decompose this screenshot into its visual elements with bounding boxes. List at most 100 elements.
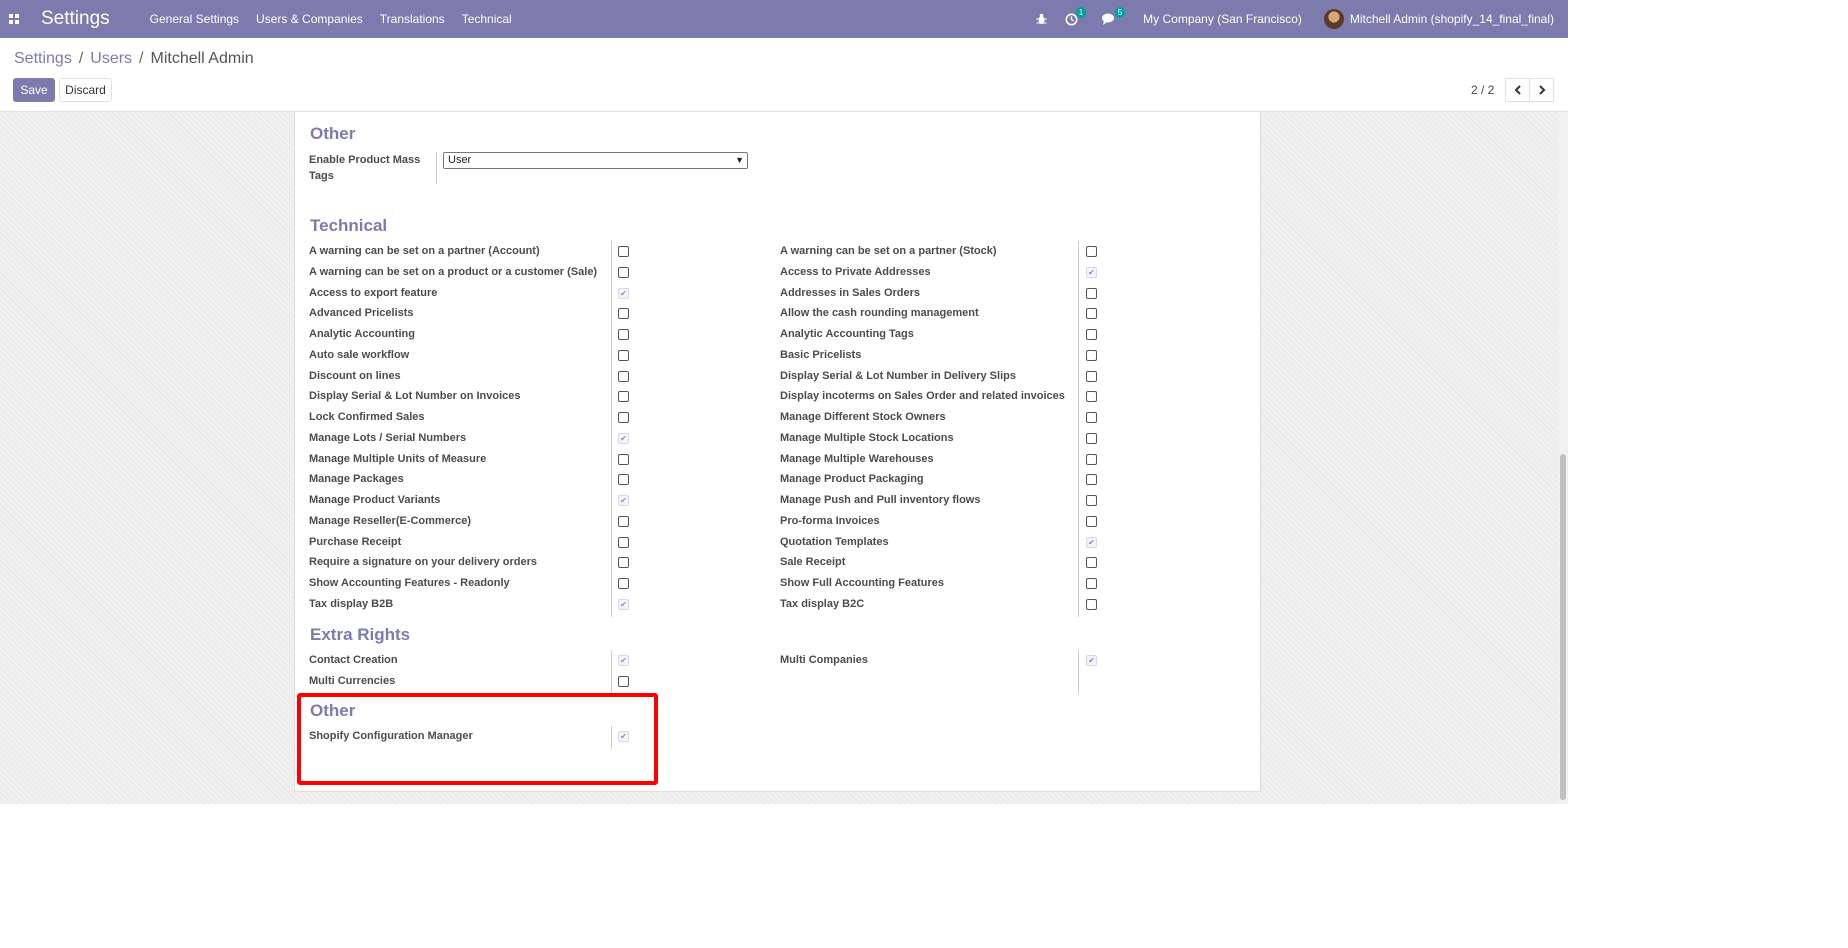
field-label-manage-multiple-stock-locations: Manage Multiple Stock Locations	[780, 431, 954, 444]
field-label-manage-packages: Manage Packages	[309, 473, 404, 486]
checkbox-discount-on-lines[interactable]	[618, 370, 629, 382]
checkbox-sale-receipt[interactable]	[1086, 557, 1097, 569]
checkbox-addresses-in-sales-orders[interactable]	[1086, 287, 1097, 299]
form-sheet: Other Enable Product Mass Tags User ▼ Te…	[294, 112, 1261, 792]
product-mass-tags-select[interactable]: User ▼	[443, 152, 748, 169]
checkbox-display-serial-lot-number-on-invoices[interactable]	[618, 391, 629, 403]
field-label-a-warning-can-be-set-on-a-partner-account: A warning can be set on a partner (Accou…	[309, 245, 540, 257]
checkbox-advanced-pricelists[interactable]	[618, 308, 629, 320]
bug-icon[interactable]	[1036, 13, 1048, 25]
checkbox-tax-display-b2b[interactable]: ✔	[618, 598, 629, 610]
checkbox-multi-companies[interactable]: ✔	[1086, 655, 1097, 666]
save-button[interactable]: Save	[13, 78, 55, 102]
checkbox-manage-reseller-e-commerce[interactable]	[618, 515, 629, 527]
pager-value[interactable]: 2 / 2	[1471, 83, 1494, 97]
scrollbar-thumb[interactable]	[1560, 454, 1566, 800]
section-title-other: Other	[310, 124, 356, 143]
checkbox-purchase-receipt[interactable]	[618, 536, 629, 548]
menu-translations[interactable]: Translations	[380, 12, 445, 26]
menu-users-companies[interactable]: Users & Companies	[256, 12, 363, 26]
field-label-multi-companies: Multi Companies	[780, 654, 869, 666]
checkbox-a-warning-can-be-set-on-a-partner-account[interactable]	[618, 246, 629, 257]
field-label-addresses-in-sales-orders: Addresses in Sales Orders	[780, 286, 921, 299]
checkbox-analytic-accounting[interactable]	[618, 329, 629, 340]
field-label-quotation-templates: Quotation Templates	[780, 535, 889, 548]
checkbox-a-warning-can-be-set-on-a-product-or-a-customer-sale[interactable]	[618, 266, 629, 278]
checkbox-quotation-templates[interactable]: ✔	[1086, 536, 1097, 548]
checkbox-lock-confirmed-sales[interactable]	[618, 412, 629, 423]
checkbox-manage-different-stock-owners[interactable]	[1086, 412, 1097, 423]
page-scrollbar[interactable]	[1558, 112, 1568, 804]
field-label-multi-currencies: Multi Currencies	[309, 674, 396, 687]
field-label-tax-display-b2b: Tax display B2B	[309, 597, 394, 610]
field-label-manage-different-stock-owners: Manage Different Stock Owners	[780, 411, 946, 423]
apps-menu-icon[interactable]	[0, 0, 28, 38]
section-title-technical: Technical	[310, 216, 388, 235]
field-label-manage-product-variants: Manage Product Variants	[309, 494, 441, 506]
breadcrumb-users[interactable]: Users	[90, 50, 132, 68]
checkbox-show-full-accounting-features[interactable]	[1086, 578, 1097, 589]
field-label-a-warning-can-be-set-on-a-partner-stock: A warning can be set on a partner (Stock…	[780, 245, 997, 257]
field-label-a-warning-can-be-set-on-a-product-or-a-customer-sale: A warning can be set on a product or a c…	[309, 265, 598, 278]
messages-chat-icon[interactable]: 5	[1102, 6, 1126, 26]
pager-previous-button[interactable]	[1505, 78, 1530, 102]
checkbox-manage-multiple-units-of-measure[interactable]	[618, 453, 629, 465]
field-label-tax-display-b2c: Tax display B2C	[780, 597, 865, 610]
checkbox-manage-multiple-stock-locations[interactable]	[1086, 432, 1097, 444]
field-label-pro-forma-invoices: Pro-forma Invoices	[780, 514, 880, 527]
checkbox-tax-display-b2c[interactable]	[1086, 598, 1097, 610]
checkbox-access-to-export-feature[interactable]: ✔	[618, 287, 629, 299]
messages-badge: 5	[1114, 6, 1126, 18]
field-label-advanced-pricelists: Advanced Pricelists	[309, 307, 414, 320]
breadcrumb-settings[interactable]: Settings	[14, 50, 72, 68]
field-label-show-accounting-features-readonly: Show Accounting Features - Readonly	[309, 577, 510, 589]
checkbox-manage-product-variants[interactable]: ✔	[618, 495, 629, 506]
checkbox-a-warning-can-be-set-on-a-partner-stock[interactable]	[1086, 246, 1097, 257]
app-title[interactable]: Settings	[41, 8, 110, 30]
menu-technical[interactable]: Technical	[462, 12, 512, 26]
checkbox-manage-lots-serial-numbers[interactable]: ✔	[618, 432, 629, 444]
section-title-extra-rights: Extra Rights	[310, 625, 411, 644]
checkbox-analytic-accounting-tags[interactable]	[1086, 329, 1097, 340]
field-label-contact-creation: Contact Creation	[309, 654, 398, 666]
company-switcher[interactable]: My Company (San Francisco)	[1143, 12, 1302, 26]
checkbox-manage-multiple-warehouses[interactable]	[1086, 453, 1097, 465]
checkbox-display-serial-lot-number-in-delivery-slips[interactable]	[1086, 370, 1097, 382]
avatar	[1323, 9, 1344, 29]
user-menu[interactable]: Mitchell Admin (shopify_14_final_final)	[1323, 9, 1554, 29]
checkbox-multi-currencies[interactable]	[618, 675, 629, 687]
checkbox-manage-product-packaging[interactable]	[1086, 474, 1097, 486]
field-label-access-to-export-feature: Access to export feature	[309, 286, 438, 299]
checkbox-show-accounting-features-readonly[interactable]	[618, 578, 629, 589]
field-divider	[436, 152, 437, 184]
top-navbar: Settings General Settings Users & Compan…	[0, 0, 1568, 38]
chevron-left-icon	[1514, 85, 1521, 95]
field-label-auto-sale-workflow: Auto sale workflow	[309, 348, 410, 361]
chevron-right-icon	[1538, 85, 1545, 95]
checkbox-contact-creation[interactable]: ✔	[618, 655, 629, 666]
field-label-lock-confirmed-sales: Lock Confirmed Sales	[309, 411, 425, 423]
checkbox-manage-push-and-pull-inventory-flows[interactable]	[1086, 495, 1097, 506]
checkbox-display-incoterms-on-sales-order-and-related-invoices[interactable]	[1086, 391, 1097, 403]
field-label-sale-receipt: Sale Receipt	[780, 556, 846, 569]
checkbox-manage-packages[interactable]	[618, 474, 629, 486]
activity-clock-icon[interactable]: 1	[1065, 6, 1087, 26]
select-value: User	[448, 154, 472, 166]
breadcrumb: Settings / Users / Mitchell Admin	[14, 50, 254, 68]
checkbox-basic-pricelists[interactable]	[1086, 349, 1097, 361]
field-label-manage-multiple-warehouses: Manage Multiple Warehouses	[780, 452, 934, 465]
checkbox-allow-the-cash-rounding-management[interactable]	[1086, 308, 1097, 320]
field-label-manage-reseller-e-commerce: Manage Reseller(E-Commerce)	[309, 514, 472, 527]
menu-general-settings[interactable]: General Settings	[150, 12, 239, 26]
pager-next-button[interactable]	[1529, 78, 1554, 102]
field-label-access-to-private-addresses: Access to Private Addresses	[780, 265, 931, 278]
checkbox-auto-sale-workflow[interactable]	[618, 349, 629, 361]
checkbox-pro-forma-invoices[interactable]	[1086, 515, 1097, 527]
form-background: Other Enable Product Mass Tags User ▼ Te…	[0, 112, 1568, 804]
breadcrumb-current: Mitchell Admin	[150, 50, 254, 67]
checkbox-require-a-signature-on-your-delivery-orders[interactable]	[618, 557, 629, 569]
discard-button[interactable]: Discard	[59, 78, 112, 102]
control-panel: Settings / Users / Mitchell Admin Save D…	[0, 38, 1568, 112]
checkbox-access-to-private-addresses[interactable]: ✔	[1086, 266, 1097, 278]
field-label-display-incoterms-on-sales-order-and-related-invoices: Display incoterms on Sales Order and rel…	[780, 390, 1065, 403]
